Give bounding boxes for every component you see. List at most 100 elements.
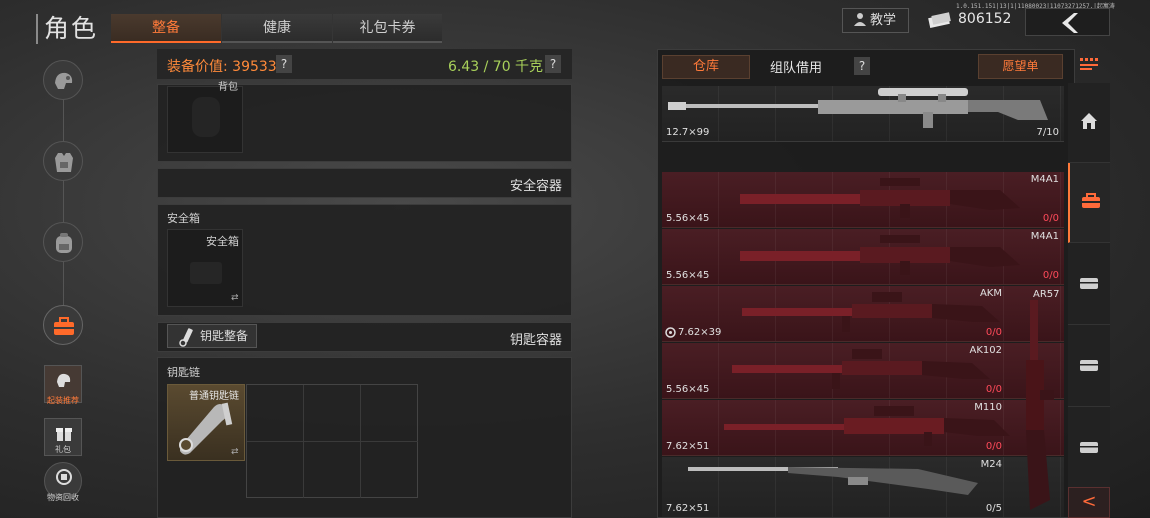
sidebar-case-3[interactable]: [1068, 409, 1110, 489]
item-name: AKM: [979, 288, 1002, 299]
keychain-label: 钥匙链: [167, 366, 200, 379]
equipment-value: 装备价值: 39533: [167, 59, 277, 75]
home-icon: [1081, 113, 1097, 129]
list-item[interactable]: M110 7.62×51 0/0: [662, 400, 1064, 456]
key-equip-button[interactable]: 钥匙整备: [167, 324, 257, 348]
gift-label: 礼包: [55, 445, 71, 454]
item-count: 0/0: [1042, 213, 1059, 224]
tutorial-label: 教学: [870, 13, 897, 28]
secure-container-title: 安全容器: [510, 179, 563, 194]
case-icon: [1080, 278, 1098, 289]
case-icon: [1080, 360, 1098, 371]
back-arrow-icon: [1062, 13, 1078, 33]
key-slot[interactable]: [247, 442, 304, 498]
item-count: 0/5: [985, 503, 1002, 514]
recycle-icon: [56, 469, 72, 485]
item-count: 0/0: [1042, 270, 1059, 281]
keychain-grid[interactable]: [246, 384, 418, 498]
person-icon: [854, 13, 866, 26]
item-count: 7/10: [1036, 127, 1059, 138]
rifle-icon: [740, 235, 1020, 275]
item-list: 12.7×99 7/10 M4A1 5.56×45 0/0 M4A1 5.56×…: [662, 86, 1064, 518]
list-item[interactable]: M24 7.62×51 0/5: [662, 457, 1064, 518]
tab-gift-cards[interactable]: 礼包卡券: [333, 14, 442, 43]
backpack-slot[interactable]: [167, 86, 243, 153]
nav-backpack[interactable]: [43, 222, 83, 262]
money-amount: 806152: [958, 11, 1012, 27]
key-slot[interactable]: [304, 442, 361, 498]
list-item[interactable]: M4A1 5.56×45 0/0: [662, 229, 1064, 285]
loadout-recommend-label: 起装推荐: [47, 396, 79, 405]
collapse-button[interactable]: <: [1068, 487, 1110, 518]
list-item[interactable]: M4A1 5.56×45 0/0: [662, 172, 1064, 228]
recycle-label: 物资回收: [47, 493, 79, 502]
weight-readout: 6.43 / 70 千克: [448, 59, 544, 75]
item-caliber: 7.62×51: [666, 441, 710, 452]
secure-box-slot-name: 安全箱: [206, 235, 239, 248]
key-slot[interactable]: [361, 442, 418, 498]
backpack-slot-name: 背包: [218, 82, 238, 93]
item-name: M110: [974, 402, 1002, 413]
key-slot[interactable]: [247, 385, 304, 442]
weight-help-button[interactable]: ?: [545, 55, 561, 73]
item-caliber: 12.7×99: [666, 127, 710, 138]
item-caliber: 5.56×45: [666, 213, 710, 224]
nav-helmet[interactable]: [43, 60, 83, 100]
list-item[interactable]: 12.7×99 7/10: [662, 86, 1064, 142]
item-caliber: 7.62×39: [678, 327, 722, 338]
sidebar-home[interactable]: [1068, 83, 1110, 163]
sidebar-case-2[interactable]: [1068, 327, 1110, 407]
value-help-button[interactable]: ?: [276, 55, 292, 73]
item-caliber: 5.56×45: [666, 270, 710, 281]
item-count: 0/0: [985, 327, 1002, 338]
tutorial-button[interactable]: 教学: [842, 8, 909, 33]
backpack-silhouette-icon: [192, 97, 220, 137]
keychain-slot-name: 普通钥匙链: [189, 391, 239, 402]
swap-icon[interactable]: ⇄: [231, 447, 239, 457]
team-borrow-help-button[interactable]: ?: [854, 57, 870, 75]
cash-icon: [928, 12, 951, 28]
toolbox-icon: [54, 317, 74, 335]
key-equip-label: 钥匙整备: [200, 329, 249, 343]
item-count: 0/0: [985, 441, 1002, 452]
key-slot[interactable]: [361, 385, 418, 442]
nav-armor[interactable]: [43, 141, 83, 181]
vertical-rifle-icon[interactable]: [1016, 300, 1062, 516]
back-button[interactable]: [1025, 8, 1110, 36]
list-item[interactable]: AKM 7.62×39 0/0: [662, 286, 1064, 342]
item-name: M4A1: [1030, 174, 1059, 185]
key-container-title: 钥匙容器: [510, 333, 563, 348]
nav-toolbox[interactable]: [43, 305, 83, 345]
recommend-icon: [57, 373, 71, 387]
bolt-rifle-icon: [688, 467, 978, 495]
helmet-icon: [55, 72, 73, 89]
item-count: 0/0: [985, 384, 1002, 395]
armor-icon: [55, 153, 73, 172]
page-title: 角色: [36, 14, 98, 44]
sort-icon[interactable]: [1078, 56, 1100, 72]
tab-warehouse[interactable]: 仓库: [662, 55, 750, 79]
gift-icon: [56, 428, 72, 441]
tab-team-borrow[interactable]: 组队借用: [770, 57, 822, 76]
sniper-rifle-icon: [668, 88, 1048, 128]
item-caliber: 7.62×51: [666, 503, 710, 514]
backpack-icon: [56, 233, 72, 253]
list-item[interactable]: AK102 5.56×45 0/0: [662, 343, 1064, 399]
sidebar-bag[interactable]: [1068, 163, 1110, 243]
item-name: M4A1: [1030, 231, 1059, 242]
team-icon: [665, 327, 676, 338]
bag-icon: [1082, 193, 1100, 208]
swap-icon[interactable]: ⇄: [231, 293, 239, 303]
item-name: M24: [980, 459, 1002, 470]
tab-equip[interactable]: 整备: [111, 14, 221, 43]
rifle-icon: [740, 178, 1020, 218]
key-icon: [179, 328, 193, 347]
wishlist-button[interactable]: 愿望单: [978, 54, 1063, 79]
sidebar-case-1[interactable]: [1068, 245, 1110, 325]
secure-box-label: 安全箱: [167, 212, 200, 225]
key-slot[interactable]: [304, 385, 361, 442]
tab-health[interactable]: 健康: [222, 14, 332, 43]
item-caliber: 5.56×45: [666, 384, 710, 395]
item-name: AK102: [969, 345, 1003, 356]
ar57-item-name: AR57: [1033, 289, 1060, 300]
